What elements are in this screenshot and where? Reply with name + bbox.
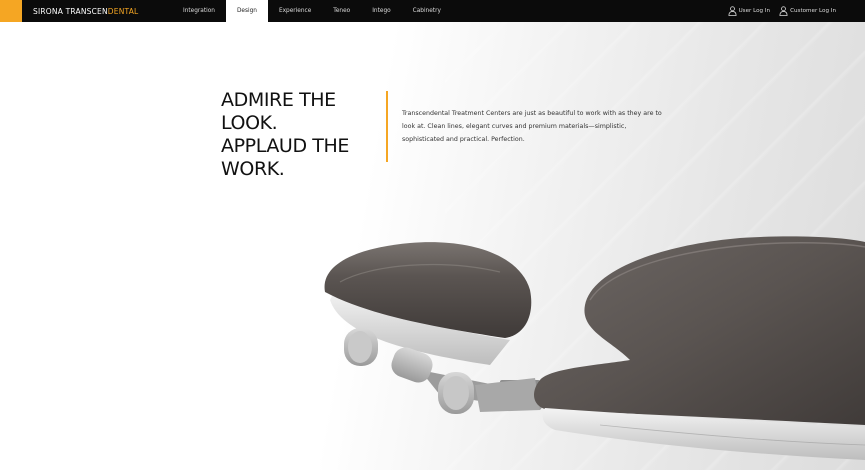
brand-logo-prefix: SIRONA TRANSCEN	[33, 6, 108, 16]
brand-logo-highlight: DENTAL	[107, 6, 139, 16]
nav-item-intego[interactable]: Intego	[361, 0, 401, 22]
user-login-label: User Log In	[738, 8, 771, 14]
hero-divider	[386, 91, 388, 162]
main-nav: Integration Design Experience Teneo Inte…	[163, 0, 452, 22]
customer-login-link[interactable]: Customer Log In	[779, 6, 836, 16]
dental-chair-image	[324, 236, 865, 460]
user-icon	[779, 6, 788, 16]
nav-item-cabinetry[interactable]: Cabinetry	[402, 0, 452, 22]
user-icon	[728, 6, 737, 16]
headrest-knob-left	[344, 328, 378, 366]
top-navigation-bar: SIRONA TRANSCENDENTAL Integration Design…	[0, 0, 865, 22]
brand-accent-block	[0, 0, 22, 22]
nav-item-teneo[interactable]: Teneo	[322, 0, 361, 22]
nav-item-design[interactable]: Design	[225, 0, 268, 22]
customer-login-label: Customer Log In	[790, 8, 836, 14]
login-links: User Log In Customer Log In	[719, 0, 865, 22]
nav-item-experience[interactable]: Experience	[268, 0, 322, 22]
page: SIRONA TRANSCENDENTAL Integration Design…	[0, 0, 865, 470]
hero-body-text: Transcendental Treatment Centers are jus…	[402, 110, 662, 143]
brand-logo[interactable]: SIRONA TRANSCENDENTAL	[33, 7, 153, 16]
user-login-link[interactable]: User Log In	[728, 6, 771, 16]
hero-headline: ADMIRE THE LOOK. APPLAUD THE WORK.	[221, 89, 350, 180]
nav-item-integration[interactable]: Integration	[163, 0, 226, 22]
